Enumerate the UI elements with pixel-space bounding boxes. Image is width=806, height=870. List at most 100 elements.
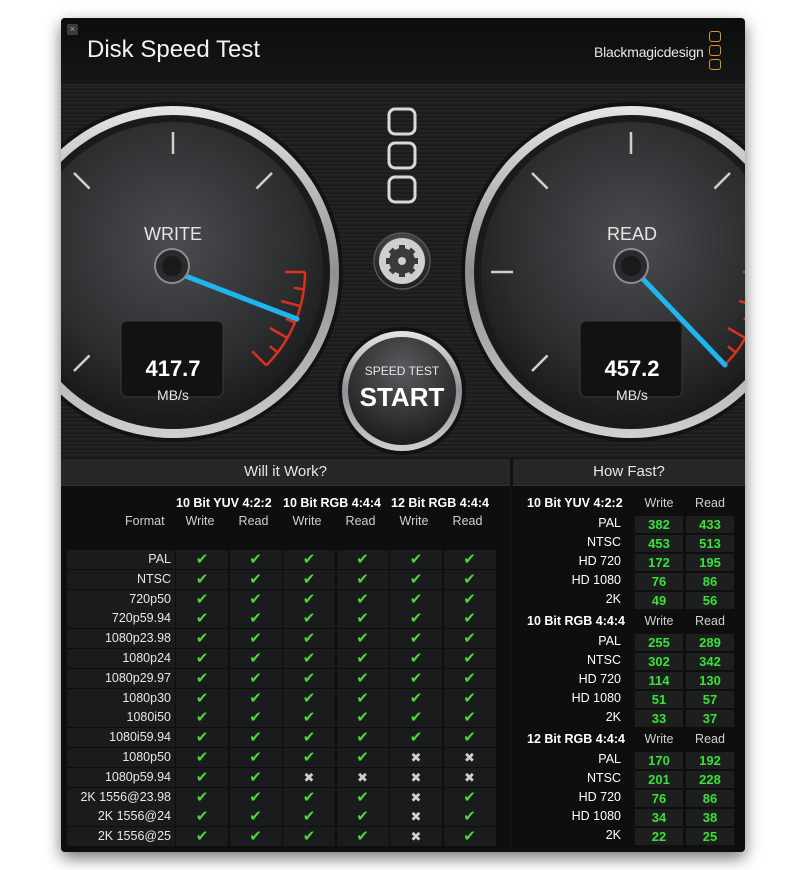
check-icon: ✔ — [229, 748, 282, 767]
write-unit: MB/s — [157, 387, 189, 403]
speed-format-label: HD 1080 — [571, 691, 621, 705]
speed-write-value: 51 — [635, 691, 683, 708]
speed-col-header: Read — [695, 496, 725, 510]
start-button-subtitle: SPEED TEST — [364, 364, 440, 378]
speed-format-label: NTSC — [586, 653, 621, 667]
check-icon: ✔ — [390, 550, 442, 569]
check-icon: ✔ — [176, 609, 228, 629]
speed-read-value: 513 — [686, 535, 734, 552]
check-icon: ✔ — [336, 827, 389, 847]
speed-format-label: 2K — [605, 710, 621, 724]
speed-format-label: 2K — [605, 828, 621, 842]
speed-write-value: 33 — [635, 710, 683, 727]
check-icon: ✔ — [176, 827, 228, 847]
speed-col-header: Read — [695, 614, 725, 628]
check-icon: ✔ — [283, 609, 335, 629]
brand-name: Blackmagicdesign — [594, 44, 704, 60]
speed-format-label: NTSC — [586, 535, 621, 549]
check-icon: ✔ — [336, 728, 389, 748]
speed-write-value: 76 — [635, 790, 683, 807]
check-icon: ✔ — [336, 569, 389, 589]
format-row: 1080p24 ✔ ✔ ✔ ✔ ✔ ✔ — [67, 649, 496, 669]
speed-read-value: 228 — [686, 771, 734, 788]
check-icon: ✔ — [283, 807, 335, 827]
check-icon: ✔ — [229, 827, 282, 847]
check-icon: ✔ — [390, 728, 442, 748]
check-icon: ✔ — [336, 609, 389, 629]
check-icon: ✔ — [390, 688, 442, 708]
cross-icon: ✖ — [390, 787, 442, 807]
read-unit: MB/s — [616, 387, 648, 403]
check-icon: ✔ — [283, 827, 335, 847]
blackmagic-logo-icon — [709, 31, 721, 73]
check-icon: ✔ — [390, 629, 442, 649]
check-icon: ✔ — [176, 708, 228, 728]
cross-icon: ✖ — [283, 767, 335, 787]
title-bar: × Disk Speed Test Blackmagicdesign — [61, 18, 745, 85]
check-icon: ✔ — [176, 748, 228, 767]
check-icon: ✔ — [283, 708, 335, 728]
check-icon: ✔ — [283, 629, 335, 649]
check-icon: ✔ — [176, 688, 228, 708]
format-row: 720p59.94 ✔ ✔ ✔ ✔ ✔ ✔ — [67, 609, 496, 629]
format-label: 1080p23.98 — [67, 629, 175, 649]
check-icon: ✔ — [283, 688, 335, 708]
check-icon: ✔ — [229, 609, 282, 629]
cross-icon: ✖ — [390, 748, 442, 767]
start-button[interactable]: SPEED TEST START — [348, 337, 456, 445]
speed-read-value: 289 — [686, 634, 734, 651]
format-label: 1080p30 — [67, 688, 175, 708]
format-label: 1080p29.97 — [67, 668, 175, 688]
check-icon: ✔ — [229, 589, 282, 609]
check-icon: ✔ — [229, 668, 282, 688]
format-row: 1080i59.94 ✔ ✔ ✔ ✔ ✔ ✔ — [67, 728, 496, 748]
speed-read-value: 192 — [686, 752, 734, 769]
format-row: 2K 1556@25 ✔ ✔ ✔ ✔ ✖ ✔ — [67, 827, 496, 847]
close-icon[interactable]: × — [67, 24, 78, 35]
speed-write-value: 302 — [635, 653, 683, 670]
speed-format-label: 2K — [605, 592, 621, 606]
check-icon: ✔ — [229, 708, 282, 728]
format-group-header: 10 Bit RGB 4:4:4 — [283, 496, 381, 510]
speed-write-value: 172 — [635, 554, 683, 571]
format-row: 2K 1556@23.98 ✔ ✔ ✔ ✔ ✖ ✔ — [67, 787, 496, 808]
format-label: 2K 1556@23.98 — [67, 787, 175, 807]
format-row: 1080p30 ✔ ✔ ✔ ✔ ✔ ✔ — [67, 688, 496, 709]
check-icon: ✔ — [336, 807, 389, 827]
read-label: READ — [606, 224, 657, 244]
check-icon: ✔ — [443, 728, 496, 748]
speed-read-value: 57 — [686, 691, 734, 708]
format-label: 720p59.94 — [67, 609, 175, 629]
speed-col-header: Write — [644, 732, 674, 746]
format-row: 1080p29.97 ✔ ✔ ✔ ✔ ✔ ✔ — [67, 668, 496, 689]
speed-read-value: 56 — [686, 592, 734, 609]
check-icon: ✔ — [443, 550, 496, 569]
cross-icon: ✖ — [443, 767, 496, 787]
check-icon: ✔ — [229, 767, 282, 787]
check-icon: ✔ — [443, 589, 496, 609]
check-icon: ✔ — [336, 748, 389, 767]
check-icon: ✔ — [390, 708, 442, 728]
speed-group-header: 12 Bit RGB 4:4:4 — [527, 732, 625, 746]
check-icon: ✔ — [176, 668, 228, 688]
speed-format-label: HD 1080 — [571, 809, 621, 823]
settings-gear-icon[interactable] — [373, 232, 431, 290]
check-icon: ✔ — [229, 629, 282, 649]
speed-write-value: 76 — [635, 573, 683, 590]
format-label: 1080p50 — [67, 748, 175, 767]
speed-format-label: NTSC — [586, 771, 621, 785]
check-icon: ✔ — [336, 688, 389, 708]
check-icon: ✔ — [229, 787, 282, 807]
format-row: 1080p23.98 ✔ ✔ ✔ ✔ ✔ ✔ — [67, 629, 496, 649]
format-label: 1080i59.94 — [67, 728, 175, 748]
check-icon: ✔ — [390, 649, 442, 668]
check-icon: ✔ — [283, 748, 335, 767]
check-icon: ✔ — [229, 649, 282, 668]
speed-group-header: 10 Bit YUV 4:2:2 — [527, 496, 623, 510]
check-icon: ✔ — [336, 629, 389, 649]
check-icon: ✔ — [176, 787, 228, 807]
subcol-header-read: Read — [452, 514, 483, 528]
check-icon: ✔ — [336, 708, 389, 728]
check-icon: ✔ — [176, 649, 228, 668]
check-icon: ✔ — [283, 569, 335, 589]
